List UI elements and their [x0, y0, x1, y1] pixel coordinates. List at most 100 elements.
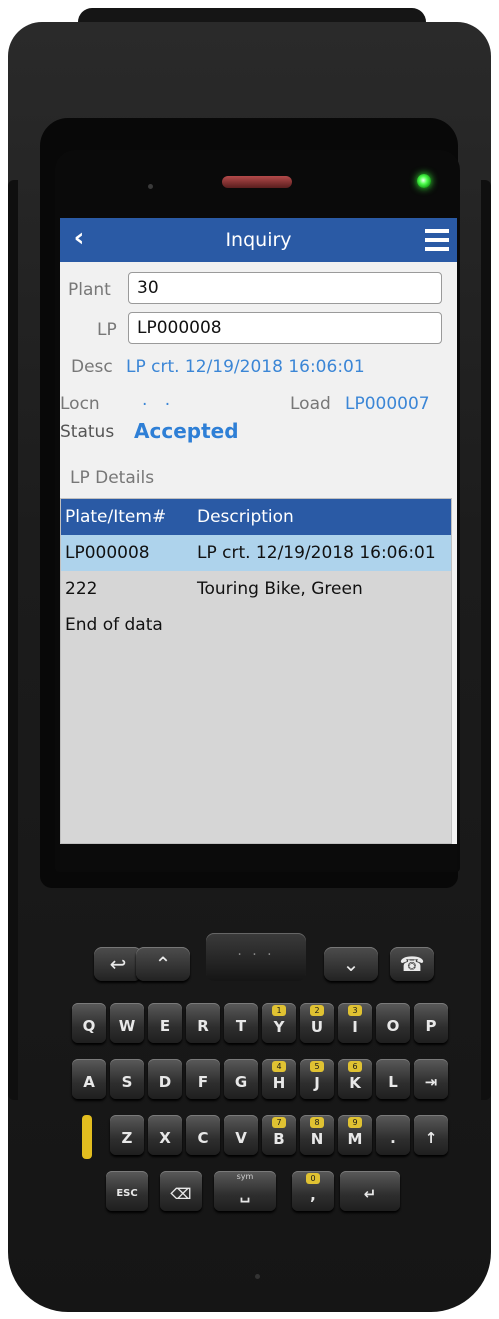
key-m-button[interactable]: 9M: [338, 1115, 372, 1155]
key-label: I: [352, 1018, 358, 1036]
cell-description: LP crt. 12/19/2018 16:06:01: [197, 543, 436, 563]
key-sublabel: [376, 1003, 410, 1015]
desc-value: LP crt. 12/19/2018 16:06:01: [126, 357, 365, 377]
key-label: S: [121, 1073, 133, 1091]
key-sublabel: sym: [236, 1172, 254, 1181]
key-i-button[interactable]: 3I: [338, 1003, 372, 1043]
key-o-button[interactable]: O: [376, 1003, 410, 1043]
key-sublabel: [110, 1059, 144, 1071]
key-sublabel: [376, 1115, 410, 1127]
call-key[interactable]: ↩: [94, 947, 142, 981]
key-q-button[interactable]: Q: [72, 1003, 106, 1043]
key-v-button[interactable]: V: [224, 1115, 258, 1155]
nav-up-key[interactable]: ⌃: [136, 947, 190, 981]
key-sublabel: 0: [306, 1173, 320, 1184]
key-label: J: [314, 1074, 320, 1092]
lp-input[interactable]: LP000008: [128, 312, 442, 344]
key-period-button[interactable]: .: [376, 1115, 410, 1155]
key-sublabel: [186, 1059, 220, 1071]
key-label: G: [234, 1073, 248, 1091]
key-x-button[interactable]: X: [148, 1115, 182, 1155]
key-sublabel: 5: [310, 1061, 324, 1072]
key-sublabel: [414, 1059, 448, 1071]
table-row[interactable]: LP000008 LP crt. 12/19/2018 16:06:01: [61, 535, 451, 571]
scan-trigger-key[interactable]: · · ·: [206, 933, 306, 981]
key-label: ⌫: [170, 1185, 192, 1203]
key-label: D: [158, 1073, 172, 1091]
key-label: C: [197, 1129, 209, 1147]
key-sublabel: [376, 1059, 410, 1071]
key-b-button[interactable]: 7B: [262, 1115, 296, 1155]
hamburger-menu-icon[interactable]: [425, 229, 449, 251]
key-sublabel: [186, 1003, 220, 1015]
key-sublabel: [148, 1003, 182, 1015]
key-w-button[interactable]: W: [110, 1003, 144, 1043]
key-label: ↑: [424, 1129, 438, 1147]
key--button[interactable]: ⇥: [414, 1059, 448, 1099]
key--button[interactable]: ⌫: [160, 1171, 202, 1211]
key-u-button[interactable]: 2U: [300, 1003, 334, 1043]
key-s-button[interactable]: S: [110, 1059, 144, 1099]
hardware-keypad: ↩ ⌃ · · · ⌄ ☎ QWERT1Y2U3IOP ASDFG4H5J6KL…: [60, 925, 448, 1225]
key-a-button[interactable]: A: [72, 1059, 106, 1099]
lp-details-grid: Plate/Item# Description LP000008 LP crt.…: [60, 498, 452, 844]
key-z-button[interactable]: Z: [110, 1115, 144, 1155]
key-g-button[interactable]: G: [224, 1059, 258, 1099]
key-k-button[interactable]: 6K: [338, 1059, 372, 1099]
key-c-button[interactable]: C: [186, 1115, 220, 1155]
key-sublabel: [414, 1003, 448, 1015]
key--button[interactable]: 0,: [292, 1171, 334, 1211]
key--button[interactable]: ↑: [414, 1115, 448, 1155]
key-sublabel: [72, 1003, 106, 1015]
desc-label: Desc: [71, 357, 113, 377]
title-bar: ‹ Inquiry: [60, 218, 457, 262]
column-header-description[interactable]: Description: [197, 499, 294, 535]
key-label: Q: [82, 1017, 96, 1035]
key-j-button[interactable]: 5J: [300, 1059, 334, 1099]
key-label: N: [310, 1130, 324, 1148]
key-esc-button[interactable]: ESC: [106, 1171, 148, 1211]
inquiry-form: Plant 30 LP LP000008 Desc LP crt. 12/19/…: [60, 262, 457, 844]
key-label: X: [159, 1129, 171, 1147]
key-d-button[interactable]: D: [148, 1059, 182, 1099]
key-label: U: [310, 1018, 324, 1036]
earpiece-speaker: [222, 176, 292, 188]
key-label: ⇥: [424, 1073, 438, 1091]
key-label: .: [390, 1129, 396, 1147]
key-label: F: [197, 1073, 209, 1091]
key-sublabel: 7: [272, 1117, 286, 1128]
end-call-key[interactable]: ☎: [390, 947, 434, 981]
nav-down-key[interactable]: ⌄: [324, 947, 378, 981]
key--button[interactable]: sym ␣: [214, 1171, 276, 1211]
key-e-button[interactable]: E: [148, 1003, 182, 1043]
cell-plate: LP000008: [65, 543, 150, 563]
key-label: Y: [273, 1018, 285, 1036]
key-t-button[interactable]: T: [224, 1003, 258, 1043]
key-label: M: [347, 1130, 363, 1148]
key-sublabel: [186, 1115, 220, 1127]
key-label: W: [118, 1017, 136, 1035]
key-label: R: [197, 1017, 209, 1035]
key-p-button[interactable]: P: [414, 1003, 448, 1043]
column-header-plate[interactable]: Plate/Item#: [65, 499, 166, 535]
key-label: Z: [121, 1129, 133, 1147]
key-sublabel: [110, 1115, 144, 1127]
key-n-button[interactable]: 8N: [300, 1115, 334, 1155]
key-r-button[interactable]: R: [186, 1003, 220, 1043]
cell-plate: 222: [65, 579, 98, 599]
key-y-button[interactable]: 1Y: [262, 1003, 296, 1043]
key-label: ␣: [239, 1185, 251, 1203]
status-badge: Accepted: [134, 419, 239, 443]
key-l-button[interactable]: L: [376, 1059, 410, 1099]
key-sublabel: 4: [272, 1061, 286, 1072]
key-label: ,: [310, 1186, 316, 1204]
status-led-icon: [417, 174, 431, 188]
key-label: B: [273, 1130, 285, 1148]
key-f-button[interactable]: F: [186, 1059, 220, 1099]
key-h-button[interactable]: 4H: [262, 1059, 296, 1099]
device-side-right: [481, 180, 491, 1100]
key--button[interactable]: ↵: [340, 1171, 400, 1211]
camera-icon: [148, 184, 153, 189]
table-row[interactable]: 222 Touring Bike, Green: [61, 571, 451, 607]
plant-input[interactable]: 30: [128, 272, 442, 304]
